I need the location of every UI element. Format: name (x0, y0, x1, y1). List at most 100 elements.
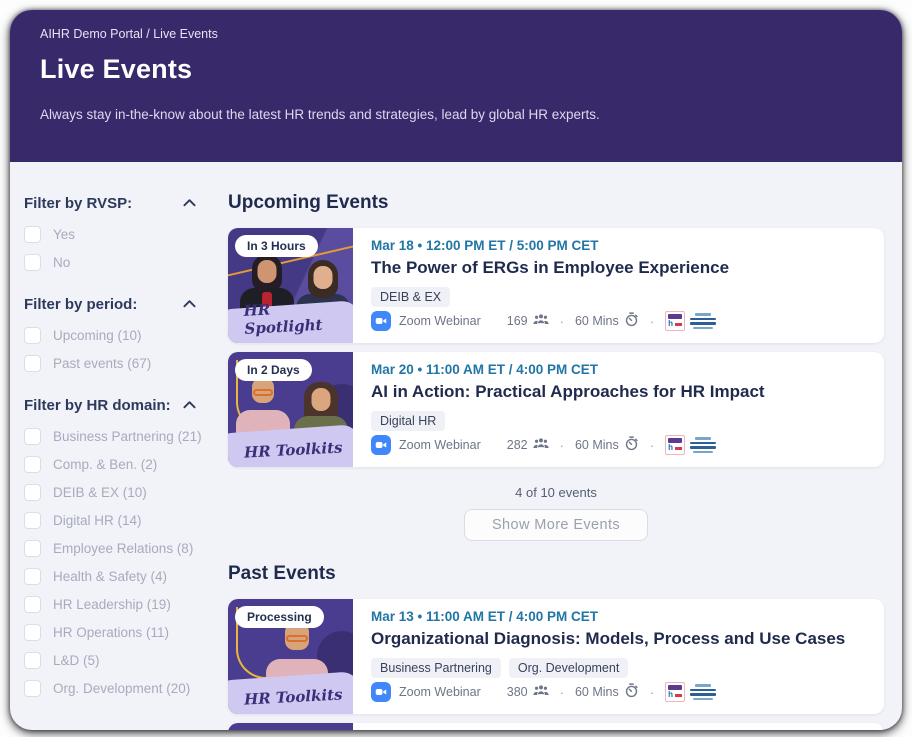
shrm-badge-icon (690, 684, 716, 701)
checkbox[interactable] (24, 540, 41, 557)
separator-dot: · (560, 438, 564, 453)
filter-item-no[interactable]: No (24, 254, 202, 271)
filter-domain-header[interactable]: Filter by HR domain: (24, 396, 202, 414)
duration-icon (624, 436, 639, 454)
hrci-badge-icon: h (665, 435, 685, 455)
status-badge: In 3 Hours (235, 235, 318, 257)
page-subtitle: Always stay in-the-know about the latest… (40, 107, 872, 122)
page-title: Live Events (40, 54, 872, 85)
event-card-partial[interactable] (228, 723, 884, 730)
event-thumbnail: In 2 Days HR Toolkits (228, 352, 353, 467)
filter-rvsp-header[interactable]: Filter by RVSP: (24, 194, 202, 212)
domain-tag: Business Partnering (371, 658, 501, 678)
filter-item-org-development[interactable]: Org. Development (20) (24, 680, 202, 697)
duration-icon (624, 683, 639, 701)
filter-rvsp-title: Filter by RVSP: (24, 195, 132, 212)
filter-item-deib-ex[interactable]: DEIB & EX (10) (24, 484, 202, 501)
attendees-icon (533, 684, 549, 700)
event-datetime: Mar 20 • 11:00 AM ET / 4:00 PM CET (371, 362, 868, 377)
zoom-icon (371, 682, 391, 702)
event-card[interactable]: In 2 Days HR Toolkits Mar 20 • 11:00 AM … (228, 352, 884, 467)
filter-item-comp-ben[interactable]: Comp. & Ben. (2) (24, 456, 202, 473)
separator-dot: · (650, 314, 654, 329)
filter-section-hr-domain: Filter by HR domain: Business Partnering… (24, 396, 202, 697)
filter-item-hr-leadership[interactable]: HR Leadership (19) (24, 596, 202, 613)
checkbox[interactable] (24, 355, 41, 372)
filter-label: L&D (5) (53, 653, 100, 668)
checkbox[interactable] (24, 456, 41, 473)
show-more-events-button[interactable]: Show More Events (464, 509, 648, 541)
chevron-up-icon[interactable] (183, 396, 196, 414)
shrm-badge-icon (690, 313, 716, 330)
filter-item-ld[interactable]: L&D (5) (24, 652, 202, 669)
chevron-up-icon[interactable] (183, 295, 196, 313)
platform-label: Zoom Webinar (399, 314, 481, 328)
status-badge: In 2 Days (235, 359, 312, 381)
filter-label: Health & Safety (4) (53, 569, 167, 584)
shrm-badge-icon (690, 437, 716, 454)
filter-section-period: Filter by period: Upcoming (10) Past eve… (24, 295, 202, 372)
filter-label: No (53, 255, 70, 270)
status-badge: Processing (235, 606, 324, 628)
zoom-icon (371, 435, 391, 455)
event-thumbnail: Processing HR Toolkits (228, 599, 353, 714)
breadcrumb[interactable]: AIHR Demo Portal / Live Events (40, 27, 872, 41)
filter-period-header[interactable]: Filter by period: (24, 295, 202, 313)
checkbox[interactable] (24, 596, 41, 613)
filters-sidebar: Filter by RVSP: Yes No Filter by period: (10, 162, 216, 730)
platform-label: Zoom Webinar (399, 685, 481, 699)
duration-label: 60 Mins (575, 685, 619, 699)
filter-section-rvsp: Filter by RVSP: Yes No (24, 194, 202, 271)
checkbox[interactable] (24, 568, 41, 585)
attendee-count: 169 (507, 314, 528, 328)
filter-item-digital-hr[interactable]: Digital HR (14) (24, 512, 202, 529)
upcoming-events-heading: Upcoming Events (228, 192, 884, 214)
domain-tag: DEIB & EX (371, 287, 450, 307)
checkbox[interactable] (24, 652, 41, 669)
event-datetime: Mar 18 • 12:00 PM ET / 5:00 PM CET (371, 238, 868, 253)
events-count-text: 4 of 10 events (228, 485, 884, 500)
past-events-heading: Past Events (228, 563, 884, 585)
checkbox[interactable] (24, 254, 41, 271)
filter-item-past-events[interactable]: Past events (67) (24, 355, 202, 372)
separator-dot: · (560, 314, 564, 329)
checkbox[interactable] (24, 484, 41, 501)
hrci-badge-icon: h (665, 311, 685, 331)
checkbox[interactable] (24, 624, 41, 641)
checkbox[interactable] (24, 226, 41, 243)
event-title[interactable]: Organizational Diagnosis: Models, Proces… (371, 629, 868, 649)
filter-item-business-partnering[interactable]: Business Partnering (21) (24, 428, 202, 445)
domain-tag: Digital HR (371, 411, 445, 431)
attendees-icon (533, 313, 549, 329)
attendees-icon (533, 437, 549, 453)
event-title[interactable]: AI in Action: Practical Approaches for H… (371, 382, 868, 402)
filter-label: Comp. & Ben. (2) (53, 457, 157, 472)
attendee-count: 282 (507, 438, 528, 452)
duration-label: 60 Mins (575, 314, 619, 328)
filter-item-employee-relations[interactable]: Employee Relations (8) (24, 540, 202, 557)
filter-label: Yes (53, 227, 75, 242)
filter-label: Upcoming (10) (53, 328, 142, 343)
filter-item-hr-operations[interactable]: HR Operations (11) (24, 624, 202, 641)
filter-label: HR Operations (11) (53, 625, 169, 640)
filter-label: Employee Relations (8) (53, 541, 193, 556)
filter-item-yes[interactable]: Yes (24, 226, 202, 243)
duration-label: 60 Mins (575, 438, 619, 452)
filter-label: Digital HR (14) (53, 513, 142, 528)
filter-item-health-safety[interactable]: Health & Safety (4) (24, 568, 202, 585)
checkbox[interactable] (24, 680, 41, 697)
chevron-up-icon[interactable] (183, 194, 196, 212)
checkbox[interactable] (24, 327, 41, 344)
event-card[interactable]: In 3 Hours HR Spotlight Mar 18 • 12:00 P… (228, 228, 884, 343)
attendee-count: 380 (507, 685, 528, 699)
page-header: AIHR Demo Portal / Live Events Live Even… (10, 10, 902, 162)
event-title[interactable]: The Power of ERGs in Employee Experience (371, 258, 868, 278)
checkbox[interactable] (24, 512, 41, 529)
separator-dot: · (650, 438, 654, 453)
filter-item-upcoming[interactable]: Upcoming (10) (24, 327, 202, 344)
events-main: Upcoming Events In 3 Hours HR Spotlight … (216, 162, 902, 730)
event-card[interactable]: Processing HR Toolkits Mar 13 • 11:00 AM… (228, 599, 884, 714)
checkbox[interactable] (24, 428, 41, 445)
filter-label: Org. Development (20) (53, 681, 190, 696)
app-window: AIHR Demo Portal / Live Events Live Even… (10, 10, 902, 730)
